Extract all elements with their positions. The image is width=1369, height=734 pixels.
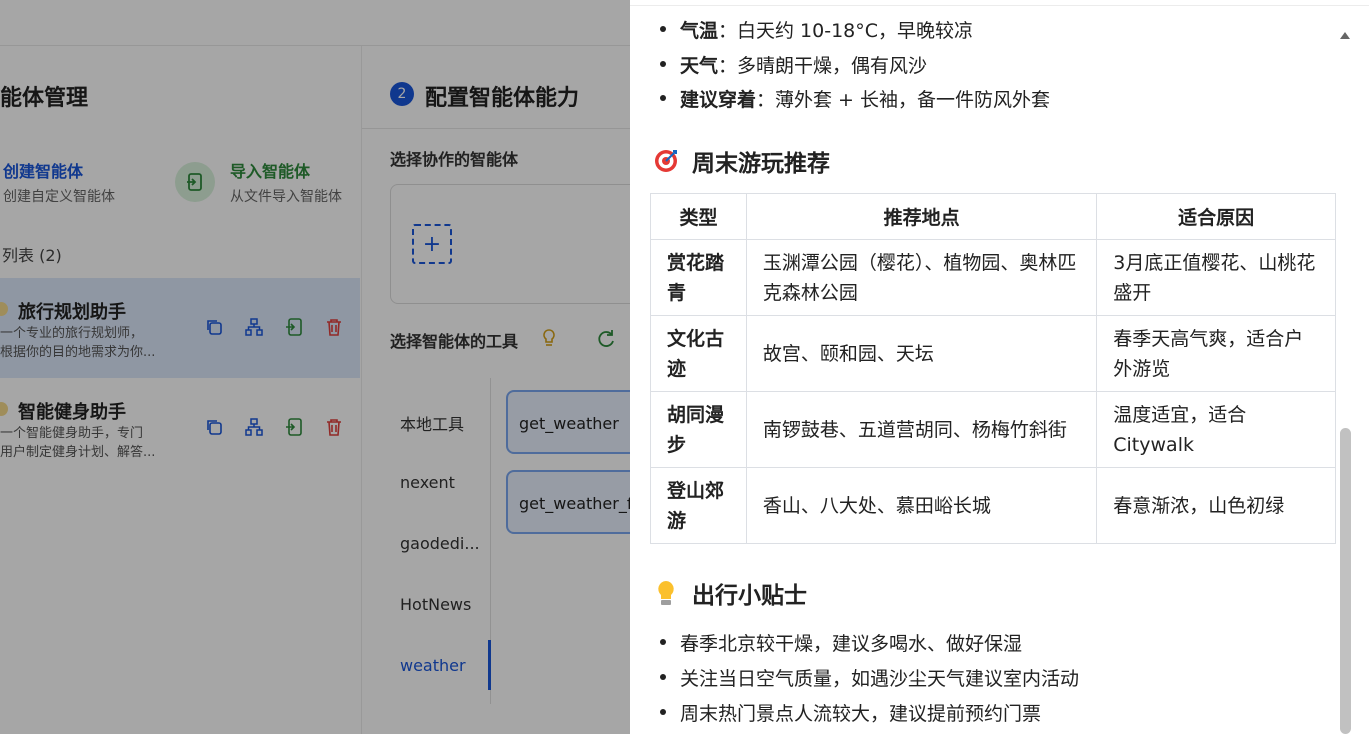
weekend-heading-text: 周末游玩推荐 — [692, 151, 830, 177]
table-cell-type: 文化古迹 — [650, 315, 747, 392]
weather-item-key: 气温 — [680, 20, 719, 42]
table-cell-reason: 春意渐浓，山色初绿 — [1096, 467, 1336, 544]
weather-item: 天气：多晴朗干燥，偶有风沙 — [659, 51, 928, 78]
tips-heading-text: 出行小贴士 — [692, 583, 807, 609]
weather-item: 气温：白天约 10-18°C，早晚较凉 — [659, 16, 974, 43]
weather-item-text: ：多晴朗干燥，偶有风沙 — [718, 55, 928, 77]
table-cell-place: 故宫、颐和园、天坛 — [745, 315, 1098, 392]
drawer-scrollbar[interactable] — [1340, 428, 1351, 734]
recommendation-table: 类型 推荐地点 适合原因 赏花踏青 玉渊潭公园（樱花）、植物园、奥林匹克森林公园… — [650, 193, 1336, 544]
table-header-row: 类型 推荐地点 适合原因 — [650, 193, 1336, 240]
table-header: 类型 — [650, 193, 747, 240]
table-cell-reason: 3月底正值樱花、山桃花盛开 — [1096, 239, 1336, 316]
table-row: 胡同漫步 南锣鼓巷、五道营胡同、杨梅竹斜街 温度适宜，适合Citywalk — [650, 391, 1336, 468]
lightbulb-icon — [652, 579, 680, 607]
table-row: 登山郊游 香山、八大处、慕田峪长城 春意渐浓，山色初绿 — [650, 467, 1336, 544]
weather-item: 建议穿着：薄外套 + 长袖，备一件防风外套 — [659, 85, 1051, 112]
table-cell-reason: 春季天高气爽，适合户外游览 — [1096, 315, 1336, 392]
table-row: 文化古迹 故宫、颐和园、天坛 春季天高气爽，适合户外游览 — [650, 315, 1336, 392]
table-row: 赏花踏青 玉渊潭公园（樱花）、植物园、奥林匹克森林公园 3月底正值樱花、山桃花盛… — [650, 239, 1336, 316]
table-cell-reason: 温度适宜，适合Citywalk — [1096, 391, 1336, 468]
table-cell-type: 胡同漫步 — [650, 391, 747, 468]
tip-item: 周末热门景点人流较大，建议提前预约门票 — [659, 699, 1041, 726]
table-cell-place: 香山、八大处、慕田峪长城 — [745, 467, 1098, 544]
tip-item: 关注当日空气质量，如遇沙尘天气建议室内活动 — [659, 664, 1079, 691]
target-icon — [652, 147, 680, 175]
tips-heading: 出行小贴士 — [652, 576, 807, 610]
weather-item-key: 天气 — [680, 55, 719, 77]
scroll-up-icon[interactable] — [1340, 32, 1350, 39]
table-cell-type: 赏花踏青 — [650, 239, 747, 316]
drawer-top-border — [630, 5, 1369, 6]
result-drawer: 气温：白天约 10-18°C，早晚较凉 天气：多晴朗干燥，偶有风沙 建议穿着：薄… — [630, 0, 1369, 734]
table-header: 适合原因 — [1096, 193, 1336, 240]
weather-item-key: 建议穿着 — [680, 89, 757, 111]
table-cell-place: 南锣鼓巷、五道营胡同、杨梅竹斜街 — [745, 391, 1098, 468]
table-cell-type: 登山郊游 — [650, 467, 747, 544]
table-cell-place: 玉渊潭公园（樱花）、植物园、奥林匹克森林公园 — [745, 239, 1098, 316]
weekend-heading: 周末游玩推荐 — [652, 144, 830, 178]
modal-overlay[interactable] — [0, 0, 630, 734]
weather-item-text: ：薄外套 + 长袖，备一件防风外套 — [756, 89, 1051, 111]
table-header: 推荐地点 — [745, 193, 1098, 240]
tip-item: 春季北京较干燥，建议多喝水、做好保湿 — [659, 629, 1022, 656]
weather-item-text: ：白天约 10-18°C，早晚较凉 — [718, 20, 974, 42]
